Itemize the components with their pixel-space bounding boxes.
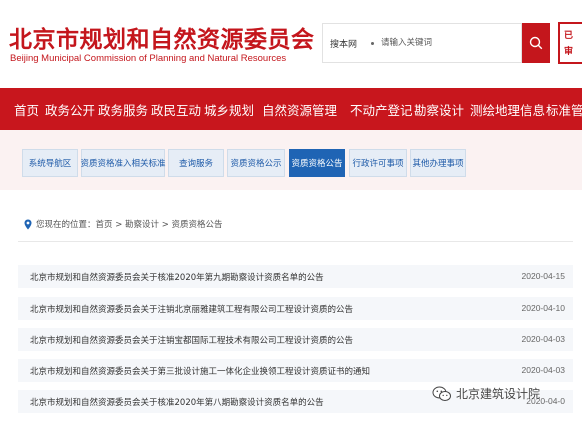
- tab-other-matters[interactable]: 其他办理事项: [410, 149, 466, 177]
- tab-admin-licensing[interactable]: 行政许可事项: [349, 149, 407, 177]
- notice-title[interactable]: 北京市规划和自然资源委员会关于核准2020年第八期勘察设计资质名单的公告: [30, 396, 324, 408]
- notice-date: 2020-04-15: [521, 271, 565, 281]
- wechat-watermark: 北京建筑设计院: [432, 385, 540, 402]
- nav-item-standards[interactable]: 标准管理: [546, 100, 582, 119]
- nav-item-urban-planning[interactable]: 城乡规划: [204, 100, 254, 119]
- search-icon: [529, 36, 543, 50]
- site-logo-title[interactable]: 北京市规划和自然资源委员会: [9, 20, 315, 54]
- notice-row[interactable]: 北京市规划和自然资源委员会关于第三批设计施工一体化企业换领工程设计资质证书的通知…: [18, 359, 573, 382]
- main-nav: 首页 政务公开 政务服务 政民互动 城乡规划 自然资源管理 不动产登记 勘察设计…: [0, 88, 582, 130]
- nav-item-real-estate[interactable]: 不动产登记: [350, 100, 413, 119]
- notice-date: 2020-04-03: [521, 334, 565, 344]
- notice-row[interactable]: 北京市规划和自然资源委员会关于注销北京丽雅建筑工程有限公司工程设计资质的公告 2…: [18, 297, 573, 320]
- notice-date: 2020-04-03: [521, 365, 565, 375]
- nav-item-government-affairs[interactable]: 政务公开: [45, 100, 95, 119]
- nav-item-home[interactable]: 首页: [14, 100, 39, 119]
- notice-row[interactable]: 北京市规划和自然资源委员会关于核准2020年第九期勘察设计资质名单的公告 202…: [18, 265, 573, 288]
- nav-item-geoinformation[interactable]: 测绘地理信息: [470, 100, 545, 119]
- emblem-logo: 已 审: [558, 22, 582, 64]
- tab-qualification-standards[interactable]: 资质资格准入相关标准: [81, 149, 166, 177]
- notice-date: 2020-04-10: [521, 303, 565, 313]
- breadcrumb-divider: [18, 241, 573, 242]
- search-button[interactable]: [522, 23, 550, 63]
- notice-row[interactable]: 北京市规划和自然资源委员会关于注销宝都国际工程技术有限公司工程设计资质的公告 2…: [18, 328, 573, 351]
- nav-item-government-services[interactable]: 政务服务: [98, 100, 148, 119]
- search-scope-select[interactable]: 搜本网: [330, 37, 357, 50]
- breadcrumb: 您现在的位置：首页 > 勘察设计 > 资质资格公告: [24, 218, 223, 230]
- nav-item-natural-resources[interactable]: 自然资源管理: [262, 100, 337, 119]
- site-logo-subtitle: Beijing Municipal Commission of Planning…: [10, 53, 287, 64]
- location-pin-icon: [24, 219, 32, 229]
- watermark-text: 北京建筑设计院: [456, 387, 541, 401]
- tab-qualification-publicity[interactable]: 资质资格公示: [227, 149, 285, 177]
- search-box: 搜本网: [322, 23, 522, 63]
- tab-qualification-announcement[interactable]: 资质资格公告: [289, 149, 345, 177]
- wechat-icon: [432, 386, 451, 401]
- notice-title[interactable]: 北京市规划和自然资源委员会关于注销宝都国际工程技术有限公司工程设计资质的公告: [30, 334, 353, 346]
- nav-item-survey-design[interactable]: 勘察设计: [414, 100, 464, 119]
- search-input[interactable]: [381, 33, 511, 53]
- tab-query-service[interactable]: 查询服务: [168, 149, 224, 177]
- notice-title[interactable]: 北京市规划和自然资源委员会关于注销北京丽雅建筑工程有限公司工程设计资质的公告: [30, 303, 353, 315]
- breadcrumb-text[interactable]: 您现在的位置：首页 > 勘察设计 > 资质资格公告: [36, 218, 223, 230]
- nav-item-interaction[interactable]: 政民互动: [151, 100, 201, 119]
- search-separator-dot: [371, 42, 374, 45]
- notice-title[interactable]: 北京市规划和自然资源委员会关于核准2020年第九期勘察设计资质名单的公告: [30, 271, 324, 283]
- site-header: 北京市规划和自然资源委员会 Beijing Municipal Commissi…: [0, 0, 582, 84]
- tab-system-nav[interactable]: 系统导航区: [22, 149, 78, 177]
- notice-title[interactable]: 北京市规划和自然资源委员会关于第三批设计施工一体化企业换领工程设计资质证书的通知: [30, 365, 370, 377]
